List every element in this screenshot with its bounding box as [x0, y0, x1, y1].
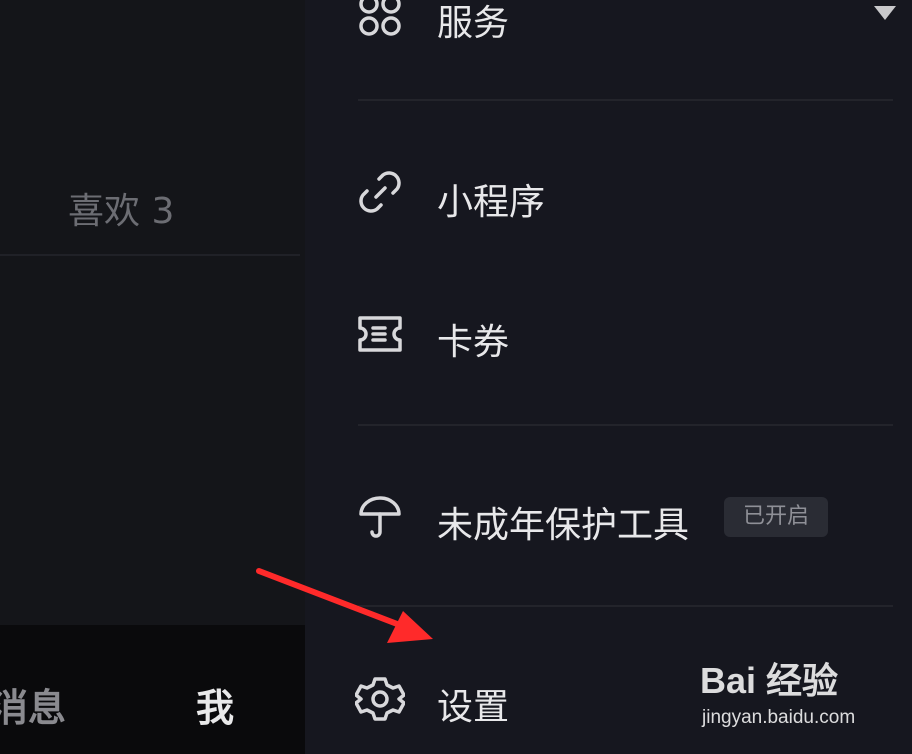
annotation-arrow — [256, 568, 433, 643]
ticket-icon — [358, 316, 402, 352]
divider — [358, 99, 893, 101]
chevron-down-icon[interactable] — [874, 6, 896, 20]
grid-icon — [359, 0, 401, 36]
menu-item-services[interactable]: 服务 — [305, 0, 912, 62]
menu-item-label: 设置 — [437, 687, 510, 728]
menu-item-label: 小程序 — [437, 182, 546, 223]
gear-icon — [355, 677, 405, 721]
menu-item-coupons[interactable]: 卡券 — [305, 285, 912, 385]
watermark-logo: Bai 经验 — [700, 660, 839, 701]
menu-item-mini-programs[interactable]: 小程序 — [305, 145, 912, 245]
nav-tab-me[interactable]: 我 — [196, 677, 234, 732]
menu-item-label: 卡券 — [437, 322, 510, 363]
likes-tab[interactable]: 喜欢 3 — [68, 182, 174, 234]
watermark-url: jingyan.baidu.com — [702, 707, 856, 728]
link-icon — [359, 171, 401, 213]
status-badge: 已开启 — [724, 497, 828, 537]
left-divider — [0, 254, 300, 256]
baidu-jingyan-watermark: Bai 经验 jingyan.baidu.com — [700, 652, 900, 742]
divider — [358, 424, 893, 426]
nav-tab-messages[interactable]: 消息 — [0, 677, 66, 732]
menu-item-label: 未成年保护工具 — [437, 505, 690, 546]
menu-item-label: 服务 — [437, 3, 510, 44]
umbrella-icon — [359, 496, 401, 538]
